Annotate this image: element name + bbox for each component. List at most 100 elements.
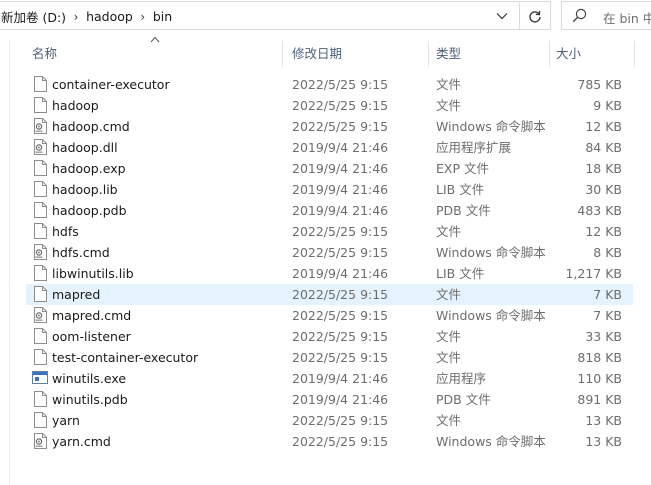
breadcrumb-bin[interactable]: bin bbox=[151, 9, 174, 24]
file-name: hadoop.cmd bbox=[52, 119, 130, 134]
file-type: PDB 文件 bbox=[436, 203, 491, 218]
file-size: 110 KB bbox=[577, 371, 622, 386]
column-header-date[interactable]: 修改日期 bbox=[292, 40, 342, 66]
search-icon bbox=[572, 8, 587, 23]
file-date: 2022/5/25 9:15 bbox=[292, 329, 389, 344]
file-row[interactable]: yarn 2022/5/25 9:15 文件 13 KB bbox=[26, 410, 633, 431]
file-icon bbox=[34, 412, 47, 428]
column-header-name[interactable]: 名称 bbox=[32, 40, 57, 66]
file-name: hadoop.lib bbox=[52, 182, 118, 197]
file-size: 1,217 KB bbox=[565, 266, 622, 281]
file-type: 应用程序 bbox=[436, 371, 487, 386]
file-size: 33 KB bbox=[585, 329, 622, 344]
file-row[interactable]: hadoop.cmd 2022/5/25 9:15 Windows 命令脚本 12 K… bbox=[26, 116, 633, 137]
file-name: oom-listener bbox=[52, 329, 131, 344]
file-name: hdfs bbox=[52, 224, 79, 239]
file-name: winutils.exe bbox=[52, 371, 127, 386]
file-name: libwinutils.lib bbox=[52, 266, 134, 281]
sort-ascending-icon bbox=[150, 36, 160, 43]
file-name: hadoop bbox=[52, 98, 99, 113]
file-icon bbox=[34, 328, 47, 344]
file-row[interactable]: hdfs 2022/5/25 9:15 文件 12 KB bbox=[26, 221, 633, 242]
column-divider[interactable] bbox=[282, 41, 283, 67]
file-row[interactable]: libwinutils.lib 2019/9/4 21:46 LIB 文件 1,217… bbox=[26, 263, 633, 284]
file-icon bbox=[34, 160, 47, 176]
file-row[interactable]: mapred 2022/5/25 9:15 文件 7 KB bbox=[26, 284, 633, 305]
file-row[interactable]: oom-listener 2022/5/25 9:15 文件 33 KB bbox=[26, 326, 633, 347]
file-icon bbox=[34, 202, 47, 218]
column-divider[interactable] bbox=[428, 41, 429, 67]
column-divider[interactable] bbox=[634, 41, 635, 67]
column-divider[interactable] bbox=[549, 41, 550, 67]
file-row[interactable]: winutils.exe 2019/9/4 21:46 应用程序 110 KB bbox=[26, 368, 633, 389]
file-icon bbox=[34, 349, 47, 365]
file-date: 2022/5/25 9:15 bbox=[292, 413, 389, 428]
file-size: 7 KB bbox=[593, 287, 622, 302]
file-date: 2019/9/4 21:46 bbox=[292, 182, 389, 197]
dll-icon bbox=[34, 139, 47, 155]
file-size: 9 KB bbox=[593, 98, 622, 113]
breadcrumb-hadoop[interactable]: hadoop bbox=[84, 9, 135, 24]
file-type: Windows 命令脚本 bbox=[436, 245, 546, 260]
file-row[interactable]: hadoop.pdb 2019/9/4 21:46 PDB 文件 483 KB bbox=[26, 200, 633, 221]
file-type: Windows 命令脚本 bbox=[436, 308, 546, 323]
file-icon bbox=[34, 97, 47, 113]
address-row: 新加卷 (D:) › hadoop › bin 在 bin 中 bbox=[0, 0, 651, 32]
file-row[interactable]: hdfs.cmd 2022/5/25 9:15 Windows 命令脚本 8 KB bbox=[26, 242, 633, 263]
breadcrumb-drive[interactable]: 新加卷 (D:) bbox=[0, 7, 68, 26]
address-bar[interactable]: 新加卷 (D:) › hadoop › bin bbox=[0, 1, 551, 30]
file-size: 785 KB bbox=[577, 77, 622, 92]
file-name: mapred.cmd bbox=[52, 308, 132, 323]
file-row[interactable]: winutils.pdb 2019/9/4 21:46 PDB 文件 891 KB bbox=[26, 389, 633, 410]
breadcrumb: 新加卷 (D:) › hadoop › bin bbox=[0, 2, 174, 31]
address-dropdown-button[interactable] bbox=[488, 2, 516, 29]
file-size: 8 KB bbox=[593, 245, 622, 260]
file-icon bbox=[34, 391, 47, 407]
file-type: LIB 文件 bbox=[436, 266, 485, 281]
file-row[interactable]: hadoop 2022/5/25 9:15 文件 9 KB bbox=[26, 95, 633, 116]
file-date: 2022/5/25 9:15 bbox=[292, 287, 389, 302]
file-name: hdfs.cmd bbox=[52, 245, 110, 260]
breadcrumb-separator-icon[interactable]: › bbox=[68, 10, 84, 24]
file-name: test-container-executor bbox=[52, 350, 199, 365]
file-size: 483 KB bbox=[577, 203, 622, 218]
search-input[interactable]: 在 bin 中 bbox=[603, 8, 651, 27]
file-size: 12 KB bbox=[585, 224, 622, 239]
file-date: 2022/5/25 9:15 bbox=[292, 77, 389, 92]
file-date: 2019/9/4 21:46 bbox=[292, 203, 389, 218]
cmd-script-icon bbox=[34, 244, 47, 260]
file-icon bbox=[34, 265, 47, 281]
file-row[interactable]: hadoop.lib 2019/9/4 21:46 LIB 文件 30 KB bbox=[26, 179, 633, 200]
file-row[interactable]: hadoop.exp 2019/9/4 21:46 EXP 文件 18 KB bbox=[26, 158, 633, 179]
file-size: 891 KB bbox=[577, 392, 622, 407]
file-date: 2022/5/25 9:15 bbox=[292, 308, 389, 323]
file-date: 2019/9/4 21:46 bbox=[292, 371, 389, 386]
file-size: 7 KB bbox=[593, 308, 622, 323]
file-row[interactable]: hadoop.dll 2019/9/4 21:46 应用程序扩展 84 KB bbox=[26, 137, 633, 158]
exe-icon bbox=[32, 370, 48, 386]
file-date: 2022/5/25 9:15 bbox=[292, 224, 389, 239]
cmd-script-icon bbox=[34, 433, 47, 449]
file-row[interactable]: yarn.cmd 2022/5/25 9:15 Windows 命令脚本 13 KB bbox=[26, 431, 633, 452]
column-header-size[interactable]: 大小 bbox=[556, 40, 581, 66]
file-name: yarn bbox=[52, 413, 80, 428]
refresh-button[interactable] bbox=[519, 3, 550, 30]
file-date: 2022/5/25 9:15 bbox=[292, 434, 389, 449]
navigation-pane-edge bbox=[0, 40, 10, 485]
file-name: yarn.cmd bbox=[52, 434, 111, 449]
file-name: container-executor bbox=[52, 77, 170, 92]
file-size: 30 KB bbox=[585, 182, 622, 197]
file-size: 12 KB bbox=[585, 119, 622, 134]
file-row[interactable]: container-executor 2022/5/25 9:15 文件 785 KB bbox=[26, 74, 633, 95]
cmd-script-icon bbox=[34, 307, 47, 323]
file-type: 文件 bbox=[436, 350, 462, 365]
file-date: 2022/5/25 9:15 bbox=[292, 119, 389, 134]
file-type: 文件 bbox=[436, 98, 462, 113]
file-row[interactable]: test-container-executor 2022/5/25 9:15 文件 8… bbox=[26, 347, 633, 368]
file-size: 818 KB bbox=[577, 350, 622, 365]
search-box[interactable]: 在 bin 中 bbox=[561, 1, 651, 30]
breadcrumb-separator-icon[interactable]: › bbox=[135, 10, 151, 24]
file-row[interactable]: mapred.cmd 2022/5/25 9:15 Windows 命令脚本 7 KB bbox=[26, 305, 633, 326]
file-type: 文件 bbox=[436, 413, 462, 428]
column-header-type[interactable]: 类型 bbox=[436, 40, 461, 66]
